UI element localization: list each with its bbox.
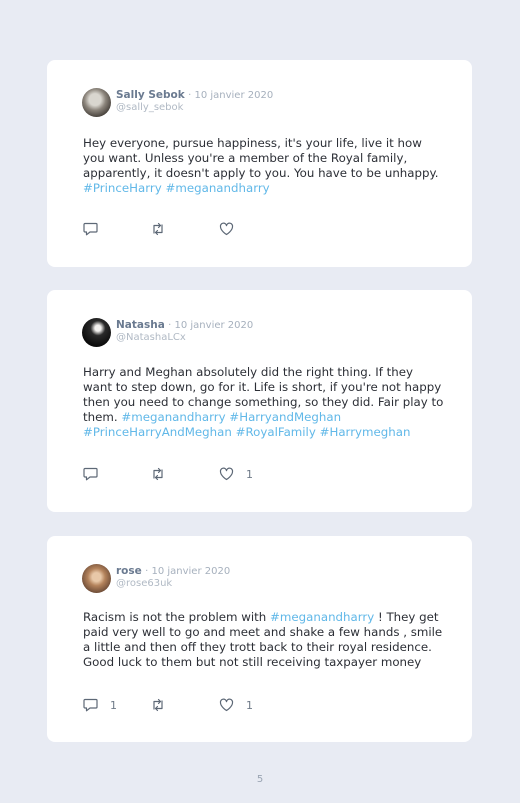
like-count: 1 (246, 467, 253, 481)
hashtags[interactable]: #PrinceHarry #meganandharry (83, 181, 270, 195)
like-button[interactable]: 1 (219, 467, 253, 481)
tweet-text: Racism is not the problem with #meganand… (83, 610, 445, 670)
tweet-date: · 10 janvier 2020 (145, 566, 231, 577)
tweet-date: · 10 janvier 2020 (188, 90, 274, 101)
page-number: 5 (256, 774, 264, 785)
reply-count: 1 (110, 698, 117, 712)
like-count: 1 (246, 698, 253, 712)
like-button[interactable] (219, 222, 246, 236)
tweet-text: Hey everyone, pursue happiness, it's you… (83, 136, 445, 196)
reply-button[interactable] (83, 467, 110, 481)
retweet-button[interactable] (150, 698, 166, 712)
reply-button[interactable]: 1 (83, 698, 117, 712)
tweet-text-body: Hey everyone, pursue happiness, it's you… (83, 136, 439, 180)
heart-icon (219, 222, 234, 236)
tweet-header: Sally Sebok · 10 janvier 2020 (116, 89, 273, 102)
avatar[interactable] (82, 318, 111, 347)
tweet-header: rose · 10 janvier 2020 (116, 565, 230, 578)
heart-icon (219, 698, 234, 712)
hashtags[interactable]: #meganandharry #HarryandMeghan #PrinceHa… (83, 410, 410, 439)
heart-icon (219, 467, 234, 481)
retweet-button[interactable] (150, 222, 166, 236)
author-handle[interactable]: @rose63uk (116, 578, 172, 589)
avatar[interactable] (82, 564, 111, 593)
retweet-icon (150, 222, 166, 236)
tweet-text-body: Racism is not the problem with (83, 610, 271, 624)
tweet-text: Harry and Meghan absolutely did the righ… (83, 365, 445, 440)
hashtags[interactable]: #meganandharry (270, 610, 374, 624)
tweet-card: rose · 10 janvier 2020 @rose63uk Racism … (47, 536, 472, 742)
author-handle[interactable]: @sally_sebok (116, 102, 183, 113)
author-name[interactable]: Natasha (116, 319, 165, 331)
tweet-card: Sally Sebok · 10 janvier 2020 @sally_seb… (47, 60, 472, 267)
retweet-icon (150, 698, 166, 712)
reply-icon (83, 467, 98, 481)
tweet-date: · 10 janvier 2020 (168, 320, 254, 331)
author-name[interactable]: Sally Sebok (116, 89, 185, 101)
tweet-card: Natasha · 10 janvier 2020 @NatashaLCx Ha… (47, 290, 472, 512)
avatar[interactable] (82, 88, 111, 117)
retweet-button[interactable] (150, 467, 166, 481)
reply-button[interactable] (83, 222, 110, 236)
retweet-icon (150, 467, 166, 481)
reply-icon (83, 222, 98, 236)
tweet-header: Natasha · 10 janvier 2020 (116, 319, 253, 332)
author-handle[interactable]: @NatashaLCx (116, 332, 186, 343)
author-name[interactable]: rose (116, 565, 142, 577)
like-button[interactable]: 1 (219, 698, 253, 712)
reply-icon (83, 698, 98, 712)
